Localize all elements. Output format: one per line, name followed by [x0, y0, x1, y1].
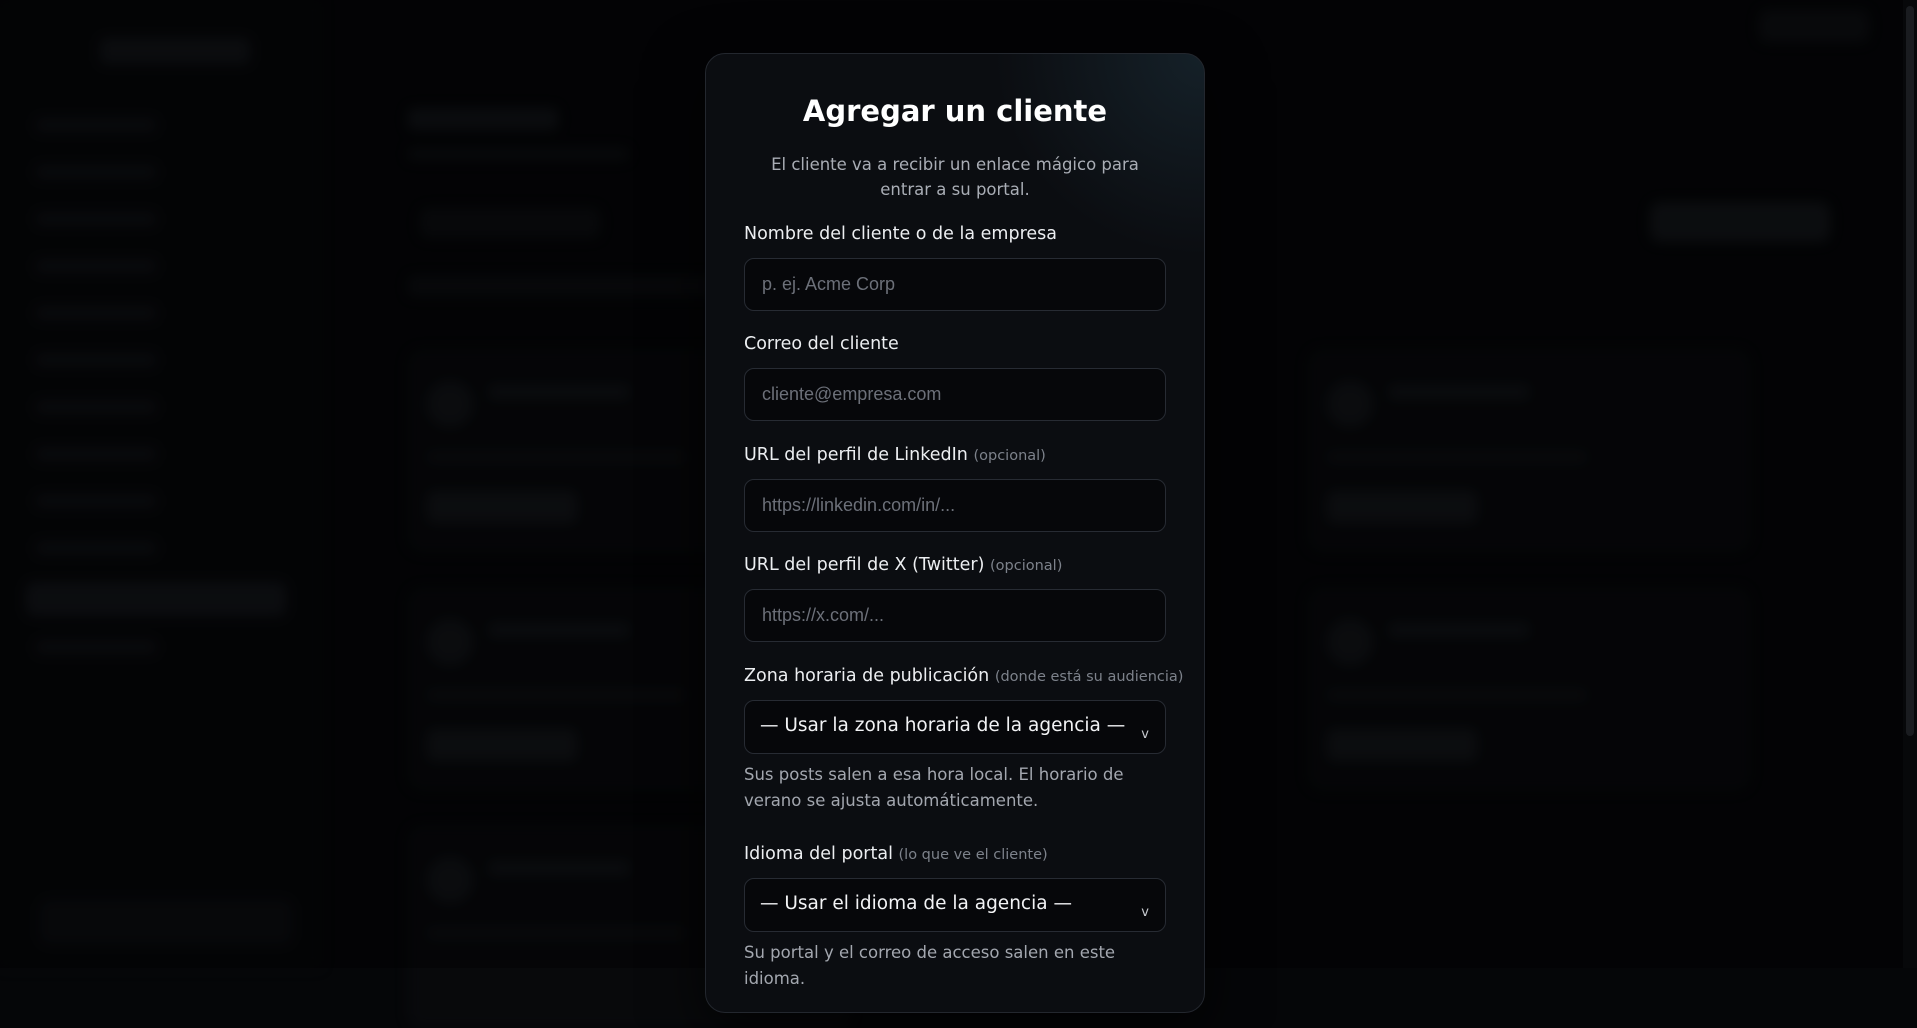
modal-title: Agregar un cliente [802, 94, 1108, 128]
client-email-input[interactable] [744, 368, 1166, 421]
add-client-modal: Agregar un cliente El cliente va a recib… [705, 53, 1205, 1013]
linkedin-optional-hint: (opcional) [973, 448, 1046, 464]
twitter-url-label: URL del perfil de X (Twitter) (opcional) [744, 555, 1063, 575]
client-name-input[interactable] [744, 258, 1166, 311]
client-email-label: Correo del cliente [744, 334, 899, 354]
linkedin-url-input[interactable] [744, 479, 1166, 532]
linkedin-url-label: URL del perfil de LinkedIn (opcional) [744, 445, 1046, 465]
page-scrollbar-thumb[interactable] [1906, 6, 1914, 736]
language-select[interactable]: — Usar el idioma de la agencia — v [744, 878, 1166, 932]
chevron-down-icon: v [1141, 727, 1149, 742]
language-hint: (lo que ve el cliente) [898, 847, 1048, 863]
timezone-label: Zona horaria de publicación (donde está … [744, 666, 1184, 686]
timezone-select[interactable]: — Usar la zona horaria de la agencia — v [744, 700, 1166, 754]
twitter-url-input[interactable] [744, 589, 1166, 642]
client-name-label: Nombre del cliente o de la empresa [744, 224, 1057, 244]
timezone-help-text: Sus posts salen a esa hora local. El hor… [744, 765, 1124, 810]
page-scrollbar[interactable] [1903, 0, 1917, 968]
language-label: Idioma del portal (lo que ve el cliente) [744, 844, 1048, 864]
modal-description: El cliente va a recibir un enlace mágico… [771, 155, 1139, 199]
chevron-down-icon: v [1141, 905, 1149, 920]
timezone-hint: (donde está su audiencia) [994, 669, 1184, 685]
language-selected-value: — Usar el idioma de la agencia — [760, 893, 1072, 914]
timezone-selected-value: — Usar la zona horaria de la agencia — [760, 715, 1126, 736]
language-help-text: Su portal y el correo de acceso salen en… [744, 943, 1116, 988]
twitter-optional-hint: (opcional) [989, 558, 1063, 574]
